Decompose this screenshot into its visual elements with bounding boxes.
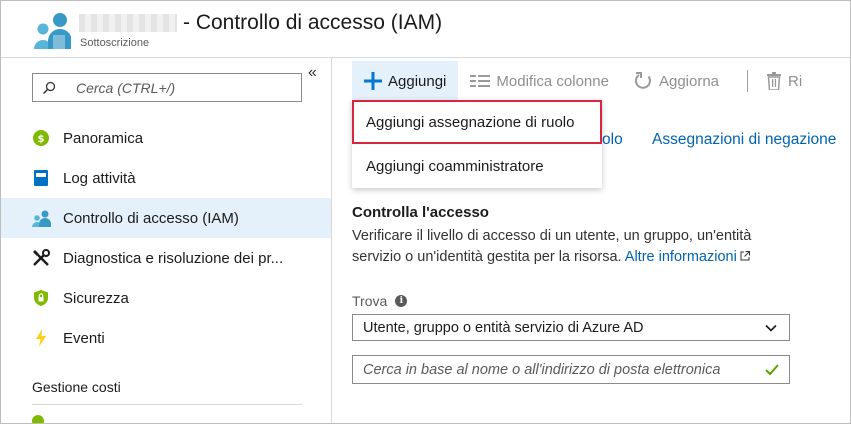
add-co-administrator-item[interactable]: Aggiungi coamministratore <box>352 144 602 188</box>
columns-icon <box>470 74 491 88</box>
security-shield-icon <box>31 288 51 308</box>
iam-icon <box>31 208 51 228</box>
section-divider <box>32 404 302 405</box>
learn-more-link[interactable]: Altre informazioni <box>625 249 750 265</box>
sidebar-item-label: Sicurezza <box>63 289 129 307</box>
refresh-label: Aggiorna <box>658 72 720 90</box>
collapse-sidebar-button[interactable]: « <box>308 64 317 82</box>
plus-icon <box>364 72 382 90</box>
sidebar-item-label: Panoramica <box>63 129 144 147</box>
blade-header: - Controllo di accesso (IAM) Sottoscrizi… <box>1 1 850 58</box>
sidebar-item-eventi[interactable]: Eventi <box>1 318 331 358</box>
refresh-button[interactable]: Aggiorna <box>621 61 731 101</box>
find-label-row: Trova i <box>352 293 408 309</box>
sidebar-search-input[interactable]: Cerca (CTRL+/) <box>32 73 302 102</box>
sidebar-item-sicurezza[interactable]: Sicurezza <box>1 278 331 318</box>
sidebar-item-partial[interactable] <box>31 414 45 423</box>
add-dropdown-menu: Aggiungi assegnazione di ruolo Aggiungi … <box>352 100 602 188</box>
remove-label: Ri <box>788 72 803 90</box>
portal-frame: - Controllo di accesso (IAM) Sottoscrizi… <box>0 0 851 424</box>
sidebar-item-diagnostica[interactable]: Diagnostica e risoluzione dei pr... <box>1 238 331 278</box>
sidebar-search-placeholder: Cerca (CTRL+/) <box>76 79 176 96</box>
sidebar-item-panoramica[interactable]: $ Panoramica <box>1 118 331 158</box>
subscription-users-icon <box>34 13 71 49</box>
cost-icon <box>32 415 44 423</box>
sidebar-item-iam[interactable]: Controllo di accesso (IAM) <box>1 198 331 238</box>
principal-search-placeholder: Cerca in base al nome o all'indirizzo di… <box>363 361 721 378</box>
command-bar: Aggiungi Modifica colonne Aggiorna Ri <box>333 58 850 104</box>
edit-columns-label: Modifica colonne <box>496 72 609 90</box>
refresh-icon <box>633 71 653 91</box>
activity-log-icon <box>31 168 51 188</box>
overview-icon: $ <box>31 128 51 148</box>
tab-deny-assignments[interactable]: Assegnazioni di negazione <box>652 131 836 149</box>
find-label: Trova <box>352 293 388 309</box>
add-button[interactable]: Aggiungi <box>352 61 459 101</box>
sidebar-item-log-attivita[interactable]: Log attività <box>1 158 331 198</box>
chevron-down-icon <box>765 324 777 332</box>
title-row: - Controllo di accesso (IAM) <box>79 9 442 37</box>
svg-text:$: $ <box>38 134 45 145</box>
remove-button[interactable]: Ri <box>766 61 814 101</box>
toolbar-separator <box>747 70 749 92</box>
select-value: Utente, gruppo o entità servizio di Azur… <box>363 319 644 336</box>
trash-icon <box>766 72 782 90</box>
learn-more-label: Altre informazioni <box>624 249 737 265</box>
sidebar-item-label: Eventi <box>63 329 105 347</box>
check-access-title: Controlla l'accesso <box>352 204 489 221</box>
tab-role-assignments-partial[interactable]: olo <box>602 131 623 149</box>
check-access-description: Verificare il livello di accesso di un u… <box>352 226 792 268</box>
sidebar-item-label: Log attività <box>63 169 136 187</box>
sidebar: « Cerca (CTRL+/) $ Panoramica Log attivi… <box>1 58 332 423</box>
events-bolt-icon <box>31 328 51 348</box>
add-button-label: Aggiungi <box>388 72 447 90</box>
page-title: - Controllo di accesso (IAM) <box>183 11 443 34</box>
add-role-assignment-item[interactable]: Aggiungi assegnazione di ruolo <box>352 100 602 144</box>
principal-type-select[interactable]: Utente, gruppo o entità servizio di Azur… <box>352 314 790 341</box>
sidebar-item-label: Controllo di accesso (IAM) <box>63 209 239 227</box>
section-title-gestione-costi: Gestione costi <box>32 379 121 395</box>
redacted-subscription-name <box>79 14 177 32</box>
sidebar-item-label: Diagnostica e risoluzione dei pr... <box>63 249 284 267</box>
info-icon[interactable]: i <box>395 295 408 307</box>
principal-search-input[interactable]: Cerca in base al nome o all'indirizzo di… <box>352 355 790 384</box>
search-icon <box>42 81 56 94</box>
sidebar-nav: $ Panoramica Log attività Controllo di a… <box>1 118 331 358</box>
external-link-icon <box>740 251 750 261</box>
page-subtitle: Sottoscrizione <box>80 37 150 49</box>
checkmark-icon <box>765 364 779 376</box>
diagnose-icon <box>31 248 51 268</box>
edit-columns-button[interactable]: Modifica colonne <box>458 61 621 101</box>
